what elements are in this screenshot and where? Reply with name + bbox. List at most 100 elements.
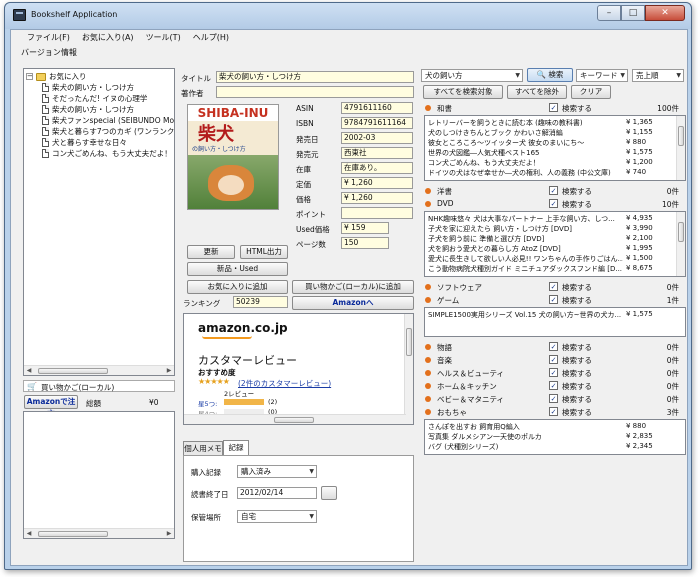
detail-field-label: 在庫 xyxy=(296,165,311,174)
amazon-link-button[interactable]: Amazonへ xyxy=(292,296,414,310)
result-row[interactable]: レトリーバーを飼うときに読む本 (趣味の教科書) ¥ 1,365 xyxy=(428,118,684,127)
sort-select[interactable]: 売上順 xyxy=(632,69,684,82)
favorites-tree[interactable]: − お気に入り 柴犬の飼い方・しつけ方 そだったんだ! イヌの心理学 柴犬の飼い方・… xyxy=(23,68,175,376)
result-row[interactable]: 子犬を家に迎えたら 飼い方・しつけ方 [DVD] ¥ 3,990 xyxy=(428,224,684,233)
category-checkbox[interactable]: ✓ xyxy=(549,368,558,377)
tree-root[interactable]: − お気に入り xyxy=(26,71,87,82)
tree-item[interactable]: 柴犬ファンspecial (SEIBUNDO Mo xyxy=(42,115,174,126)
review-bar xyxy=(224,399,264,405)
category-checkbox[interactable]: ✓ xyxy=(549,407,558,416)
category-checkbox[interactable]: ✓ xyxy=(549,295,558,304)
maximize-icon[interactable]: □ xyxy=(621,5,645,21)
ranking-field[interactable]: 50239 xyxy=(233,296,288,308)
category-checkbox[interactable]: ✓ xyxy=(549,103,558,112)
category-checkbox[interactable]: ✓ xyxy=(549,394,558,403)
category-checkbox[interactable]: ✓ xyxy=(549,381,558,390)
menu-help[interactable]: ヘルプ(H) xyxy=(187,30,235,44)
search-mode-select[interactable]: キーワード xyxy=(576,69,628,82)
tree-item[interactable]: 柴犬の飼い方・しつけ方 xyxy=(42,104,134,115)
review-panel[interactable]: amazon.co.jp カスタマーレビュー おすすめ度 ★★★★★ (2件のカ… xyxy=(183,313,414,425)
category-row: 物語 ✓ 検索する 0件 xyxy=(421,341,683,353)
author-field[interactable] xyxy=(216,86,414,98)
result-list[interactable]: SIMPLE1500実用シリーズ Vol.15 犬の飼い方~世界の犬カ... ¥ … xyxy=(424,307,686,337)
detail-field-value[interactable]: 2002-03 xyxy=(341,132,413,144)
detail-field-value[interactable]: 在庫あり。 xyxy=(341,162,413,174)
close-icon[interactable]: ✕ xyxy=(645,5,685,21)
detail-field-value[interactable]: 西東社 xyxy=(341,147,413,159)
tree-item[interactable]: コン犬ごめんね、もう大丈夫だよ！ xyxy=(42,148,172,159)
review-vscrollbar[interactable] xyxy=(404,314,413,424)
read-date-field[interactable]: 2012/02/14 xyxy=(237,487,317,499)
result-row[interactable]: 写真集 ダルメシアン一天使のポルカ ¥ 2,835 xyxy=(428,432,684,441)
location-select[interactable]: 自宅 xyxy=(237,510,317,523)
search-all-button[interactable]: すべてを検索対象 xyxy=(423,85,503,99)
cart-hscrollbar[interactable]: ◀ ▶ xyxy=(24,528,174,538)
review-hscrollbar[interactable] xyxy=(184,414,406,424)
category-bullet-icon xyxy=(425,297,431,303)
cart-list[interactable]: ◀ ▶ xyxy=(23,411,175,539)
detail-field-value[interactable] xyxy=(341,207,413,219)
tab-record[interactable]: 記録 xyxy=(223,440,249,455)
result-list[interactable]: NHK趣味悠々 犬は大事なパートナー 上手な飼い方、しつ... ¥ 4,935 子犬… xyxy=(424,211,686,277)
tree-item[interactable]: 柴犬と暮らす7つのカギ (ワンランク xyxy=(42,126,174,137)
result-row[interactable]: NHK趣味悠々 犬は大事なパートナー 上手な飼い方、しつ... ¥ 4,935 xyxy=(428,214,684,223)
result-row[interactable]: コン犬ごめんね、もう大丈夫だよ！ ¥ 1,200 xyxy=(428,158,684,167)
menu-tools[interactable]: ツール(T) xyxy=(140,30,187,44)
detail-field-value[interactable]: ¥ 1,260 xyxy=(341,192,413,204)
result-row[interactable]: 愛犬に長生きして欲しい人必見!! ワンちゃんの手作りごはん... ¥ 1,500 xyxy=(428,254,684,263)
result-list[interactable]: レトリーバーを飼うときに読む本 (趣味の教科書) ¥ 1,365 犬のしつけきちんと… xyxy=(424,115,686,181)
category-checkbox[interactable]: ✓ xyxy=(549,282,558,291)
search-button[interactable]: 🔍 検索 xyxy=(527,68,573,82)
menu-favorites[interactable]: お気に入り(A) xyxy=(76,30,140,44)
result-row[interactable]: 世界の犬図鑑―人気犬種ベスト165 ¥ 1,575 xyxy=(428,148,684,157)
tree-item[interactable]: そだったんだ! イヌの心理学 xyxy=(42,93,147,104)
category-checkbox[interactable]: ✓ xyxy=(549,355,558,364)
html-export-button[interactable]: HTML出力 xyxy=(240,245,288,259)
detail-field-value[interactable]: 4791611160 xyxy=(341,102,413,114)
category-checkbox[interactable]: ✓ xyxy=(549,186,558,195)
result-row[interactable]: 犬のしつけきちんとブック かわいさ解消編 ¥ 1,155 xyxy=(428,128,684,137)
detail-field-value[interactable]: 150 xyxy=(341,237,389,249)
tab-memo[interactable]: 個人用メモ xyxy=(183,441,223,455)
result-row[interactable]: こう動物病院犬種別ガイド ミニチュアダックスフンド編 [D... ¥ 8,675 xyxy=(428,264,684,273)
result-row[interactable]: さんぽを出すお 飼育用Q編入 ¥ 880 xyxy=(428,422,684,431)
update-button[interactable]: 更新 xyxy=(187,245,235,259)
collapse-icon[interactable]: − xyxy=(26,73,33,80)
detail-field-value[interactable]: ¥ 159 xyxy=(341,222,389,234)
clear-button[interactable]: クリア xyxy=(571,85,611,99)
tree-item-label: 柴犬の飼い方・しつけ方 xyxy=(52,105,135,114)
detail-field-value[interactable]: 9784791611164 xyxy=(341,117,413,129)
category-bullet-icon xyxy=(425,383,431,389)
date-picker-button[interactable] xyxy=(321,486,337,500)
add-favorite-button[interactable]: お気に入りに追加 xyxy=(187,280,288,294)
minimize-icon[interactable]: – xyxy=(597,5,621,21)
result-vscrollbar[interactable] xyxy=(676,212,685,276)
result-row[interactable]: SIMPLE1500実用シリーズ Vol.15 犬の飼い方~世界の犬カ... ¥ … xyxy=(428,310,684,319)
tree-item[interactable]: 柴犬の飼い方・しつけ方 xyxy=(42,82,134,93)
title-field[interactable]: 柴犬の飼い方・しつけ方 xyxy=(216,71,414,83)
search-query-combo[interactable]: 犬の飼い方 xyxy=(421,69,523,82)
result-list[interactable]: さんぽを出すお 飼育用Q編入 ¥ 880 写真集 ダルメシアン一天使のポルカ ¥ 2,… xyxy=(424,419,686,455)
tree-hscrollbar[interactable]: ◀ ▶ xyxy=(24,365,174,375)
category-checkbox[interactable]: ✓ xyxy=(549,199,558,208)
result-vscrollbar[interactable] xyxy=(676,116,685,180)
exclude-all-button[interactable]: すべてを除外 xyxy=(507,85,567,99)
result-row[interactable]: 犬を飼おう愛犬との暮らし方 AtoZ [DVD] ¥ 1,995 xyxy=(428,244,684,253)
menu-version-info[interactable]: バージョン情報 xyxy=(21,47,77,58)
purchase-select[interactable]: 購入済み xyxy=(237,465,317,478)
tree-item[interactable]: 犬と暮らす幸せな日々 xyxy=(42,137,127,148)
detail-field-value[interactable]: ¥ 1,260 xyxy=(341,177,413,189)
title-bar[interactable]: Bookshelf Application – □ ✕ xyxy=(5,3,691,29)
new-used-button[interactable]: 新品・Used xyxy=(187,262,288,276)
result-row[interactable]: ドイツの犬はなぜ幸せか―犬の権利、人の義務 (中公文庫) ¥ 740 xyxy=(428,168,684,177)
result-price: ¥ 740 xyxy=(626,168,647,176)
menu-file[interactable]: ファイル(F) xyxy=(21,30,76,44)
result-row[interactable]: 子犬を飼う前に 準備と選び方 [DVD] ¥ 2,100 xyxy=(428,234,684,243)
result-row[interactable]: 彼女ところころ〜ツイッター犬 彼女のまいにち〜 ¥ 880 xyxy=(428,138,684,147)
add-cart-button[interactable]: 買い物かご(ローカル)に追加 xyxy=(292,280,414,294)
amazon-order-button[interactable]: Amazonで注文 xyxy=(24,395,78,418)
review-row-label[interactable]: 星5つ: xyxy=(198,398,217,408)
review-count-label: 2レビュー xyxy=(224,390,255,398)
result-row[interactable]: バグ (犬種別シリーズ) ¥ 2,345 xyxy=(428,442,684,451)
category-checkbox[interactable]: ✓ xyxy=(549,342,558,351)
